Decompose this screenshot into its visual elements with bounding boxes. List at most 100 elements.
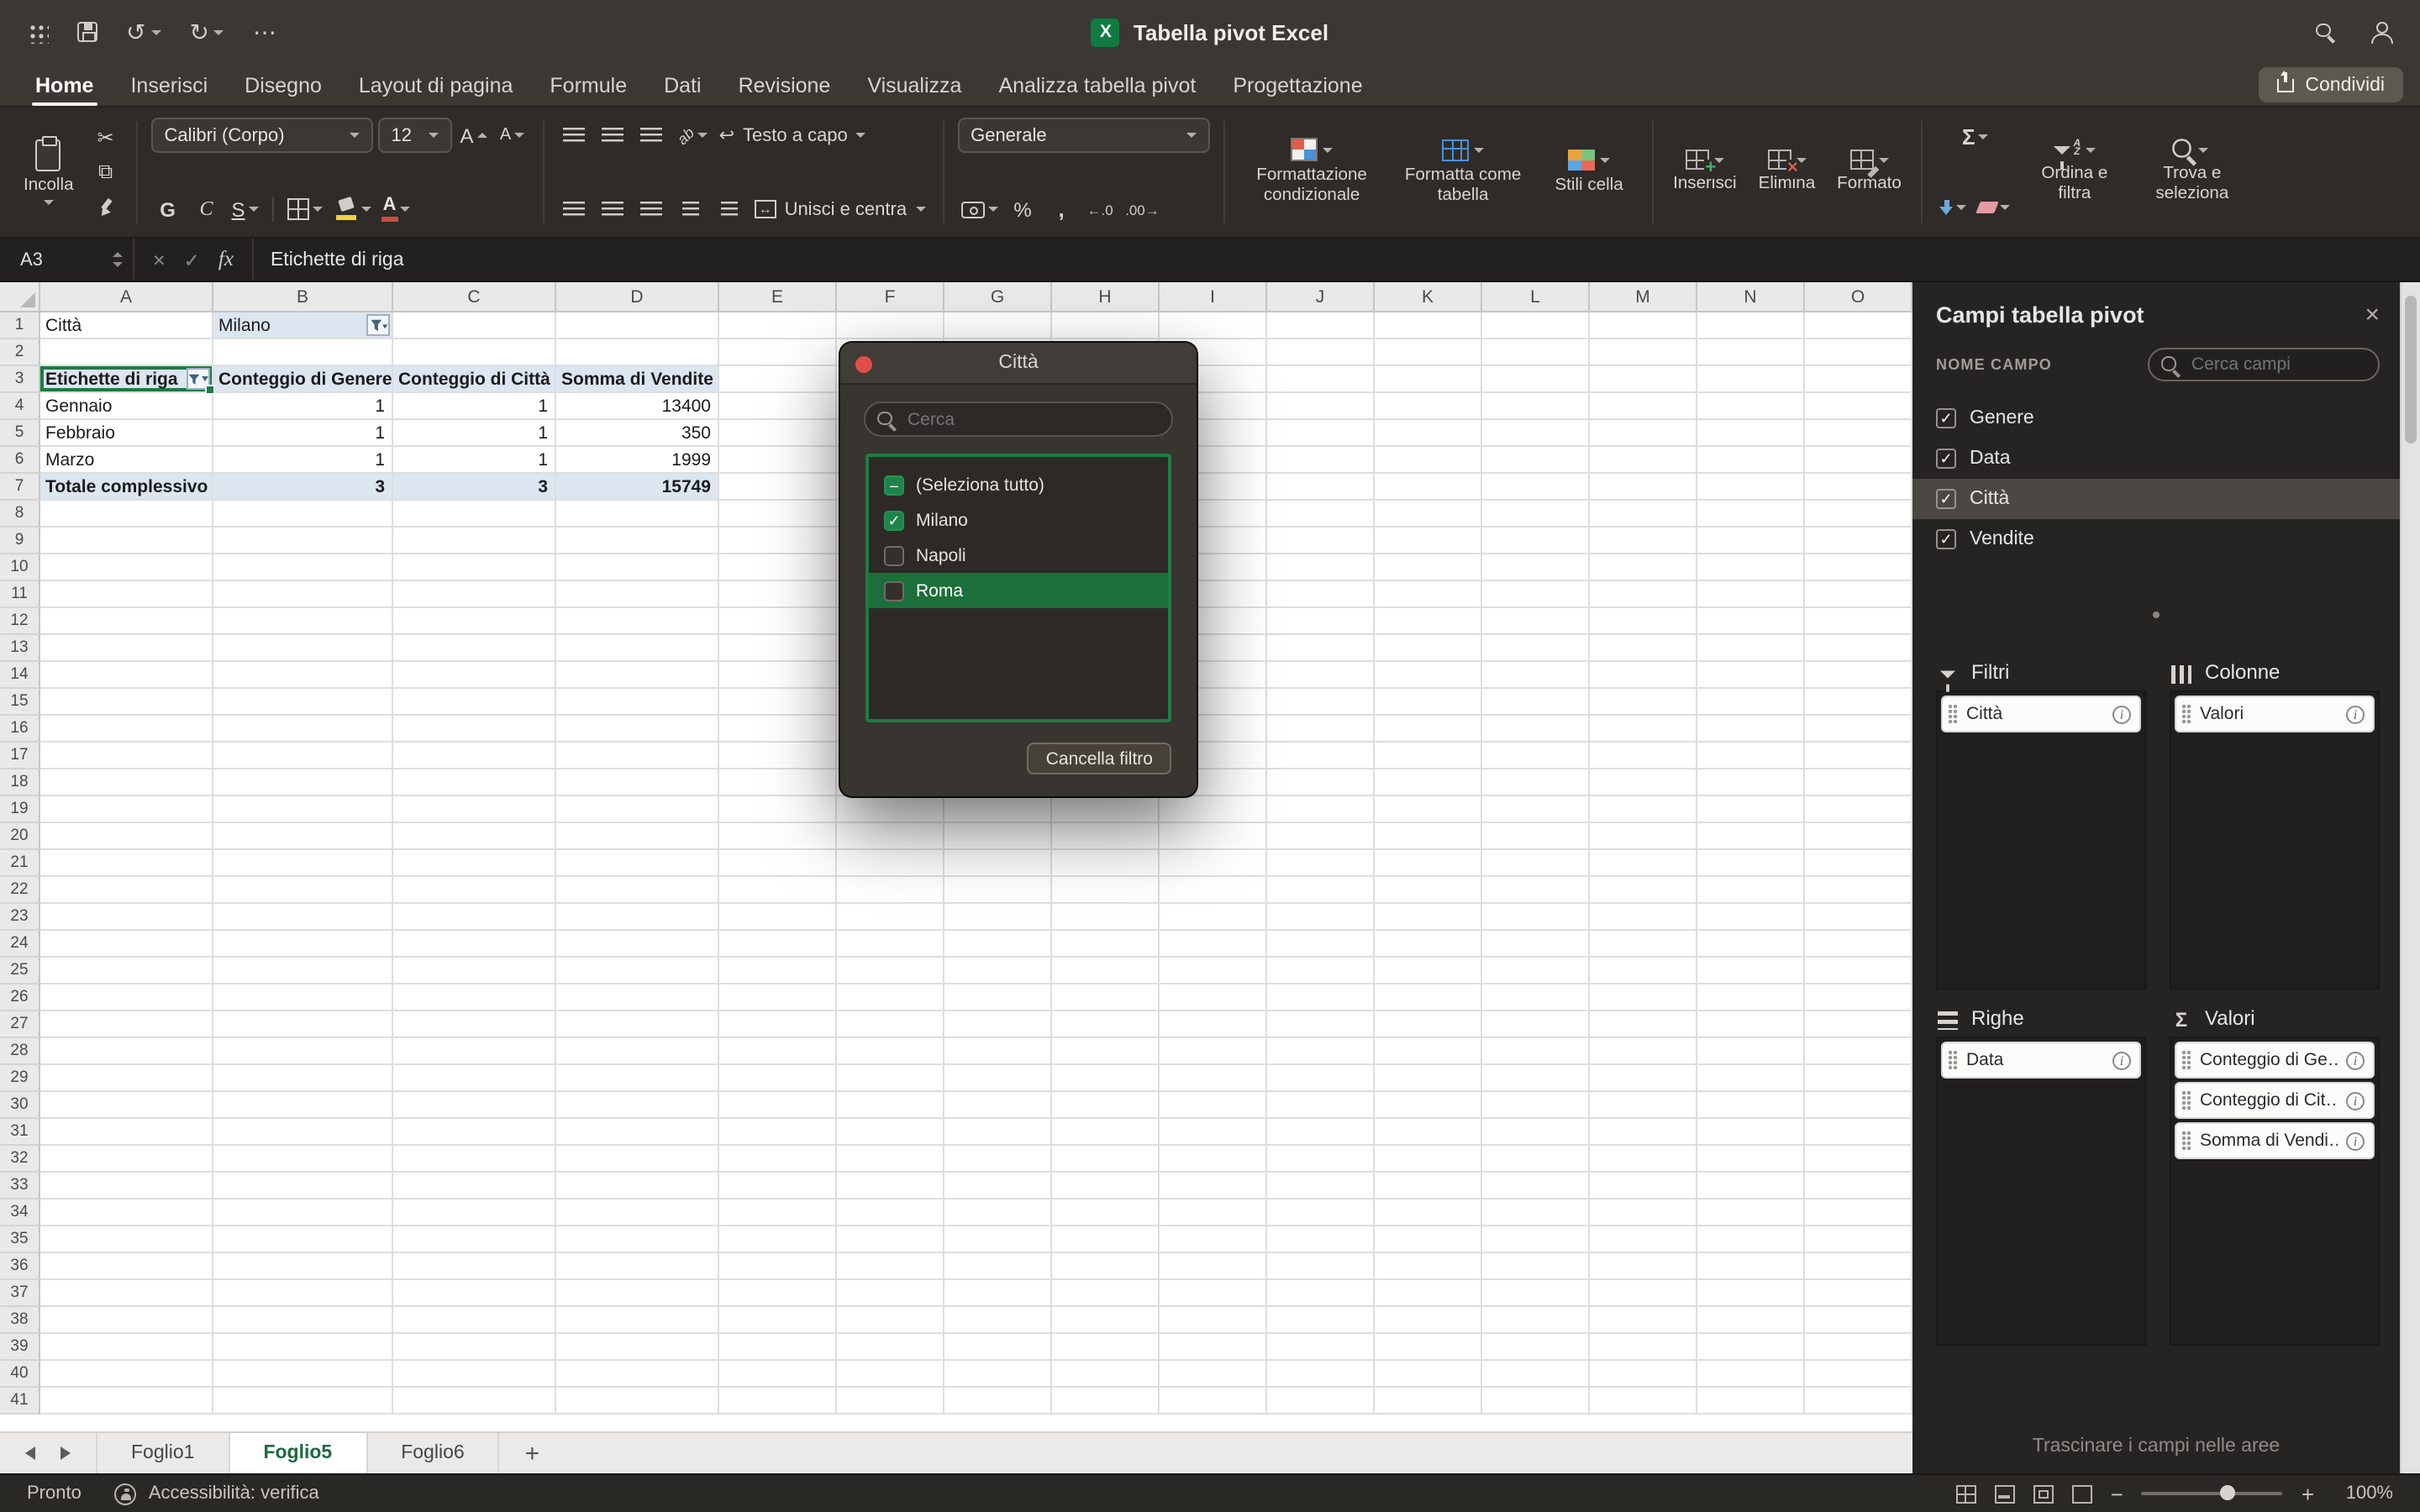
cell-M25[interactable] — [1590, 958, 1697, 984]
cell-O7[interactable] — [1805, 474, 1912, 501]
cell-E39[interactable] — [719, 1334, 837, 1361]
row-header-3[interactable]: 3 — [0, 366, 40, 393]
cell-D29[interactable] — [556, 1065, 719, 1092]
cell-H30[interactable] — [1052, 1092, 1160, 1119]
cell-J5[interactable] — [1267, 420, 1375, 447]
cell-L8[interactable] — [1482, 501, 1590, 528]
cell-C31[interactable] — [393, 1119, 556, 1146]
cell-E28[interactable] — [719, 1038, 837, 1065]
cell-H21[interactable] — [1052, 850, 1160, 877]
cell-E23[interactable] — [719, 904, 837, 931]
cell-J15[interactable] — [1267, 689, 1375, 716]
cell-A7[interactable]: Totale complessivo — [40, 474, 213, 501]
cell-E22[interactable] — [719, 877, 837, 904]
field-chip-somma-di-vendi[interactable]: Somma di Vendi…i — [2176, 1124, 2373, 1158]
insert-cells-button[interactable]: Inserisci — [1666, 118, 1744, 227]
cell-L31[interactable] — [1482, 1119, 1590, 1146]
cell-D5[interactable]: 350 — [556, 420, 719, 447]
cell-A37[interactable] — [40, 1280, 213, 1307]
row-header-17[interactable]: 17 — [0, 743, 40, 769]
cell-I22[interactable] — [1160, 877, 1267, 904]
cell-C21[interactable] — [393, 850, 556, 877]
cell-I24[interactable] — [1160, 931, 1267, 958]
cell-H20[interactable] — [1052, 823, 1160, 850]
cell-D16[interactable] — [556, 716, 719, 743]
cell-L36[interactable] — [1482, 1253, 1590, 1280]
undo-icon[interactable]: ↺ — [126, 18, 160, 46]
cell-B6[interactable]: 1 — [213, 447, 393, 474]
cell-O31[interactable] — [1805, 1119, 1912, 1146]
cell-G38[interactable] — [944, 1307, 1052, 1334]
cell-I27[interactable] — [1160, 1011, 1267, 1038]
align-center-button[interactable] — [597, 192, 630, 227]
cell-K12[interactable] — [1375, 608, 1482, 635]
cell-L38[interactable] — [1482, 1307, 1590, 1334]
align-top-button[interactable] — [558, 118, 592, 153]
cell-E19[interactable] — [719, 796, 837, 823]
ribbon-tab-layout-di-pagina[interactable]: Layout di pagina — [340, 64, 532, 106]
cell-A10[interactable] — [40, 554, 213, 581]
clear-filter-button[interactable]: Cancella filtro — [1028, 743, 1171, 774]
cell-H41[interactable] — [1052, 1388, 1160, 1415]
app-launcher-icon[interactable] — [27, 21, 49, 43]
ribbon-tab-formule[interactable]: Formule — [531, 64, 645, 106]
cell-E33[interactable] — [719, 1173, 837, 1200]
cell-O40[interactable] — [1805, 1361, 1912, 1388]
cell-N26[interactable] — [1697, 984, 1805, 1011]
cell-I35[interactable] — [1160, 1226, 1267, 1253]
cancel-entry-icon[interactable]: × — [153, 248, 166, 271]
cell-J2[interactable] — [1267, 339, 1375, 366]
cell-M5[interactable] — [1590, 420, 1697, 447]
row-header-19[interactable]: 19 — [0, 796, 40, 823]
cell-B20[interactable] — [213, 823, 393, 850]
field-chip-conteggio-di-cit[interactable]: Conteggio di Cit…i — [2176, 1084, 2373, 1117]
cell-N16[interactable] — [1697, 716, 1805, 743]
ribbon-tab-inserisci[interactable]: Inserisci — [112, 64, 226, 106]
search-icon[interactable] — [2316, 23, 2334, 41]
column-header-B[interactable]: B — [213, 282, 393, 311]
cell-M13[interactable] — [1590, 635, 1697, 662]
cell-E11[interactable] — [719, 581, 837, 608]
pane-resize-handle[interactable] — [1912, 559, 2400, 657]
cell-E26[interactable] — [719, 984, 837, 1011]
ribbon-tab-analizza-tabella-pivot[interactable]: Analizza tabella pivot — [980, 64, 1214, 106]
cell-L4[interactable] — [1482, 393, 1590, 420]
cell-J11[interactable] — [1267, 581, 1375, 608]
info-icon[interactable]: i — [2346, 705, 2365, 723]
cell-C2[interactable] — [393, 339, 556, 366]
field-search-input[interactable] — [2148, 348, 2380, 381]
cell-M29[interactable] — [1590, 1065, 1697, 1092]
orientation-button[interactable]: ab — [674, 118, 711, 153]
cell-E4[interactable] — [719, 393, 837, 420]
field-row-vendite[interactable]: ✓Vendite — [1912, 519, 2400, 559]
cell-D34[interactable] — [556, 1200, 719, 1226]
cell-M7[interactable] — [1590, 474, 1697, 501]
confirm-entry-icon[interactable]: ✓ — [184, 248, 200, 271]
cell-F1[interactable] — [837, 312, 944, 339]
cell-N8[interactable] — [1697, 501, 1805, 528]
row-header-31[interactable]: 31 — [0, 1119, 40, 1146]
cell-M35[interactable] — [1590, 1226, 1697, 1253]
cell-J20[interactable] — [1267, 823, 1375, 850]
row-header-20[interactable]: 20 — [0, 823, 40, 850]
cell-J13[interactable] — [1267, 635, 1375, 662]
cell-A9[interactable] — [40, 528, 213, 554]
cell-D10[interactable] — [556, 554, 719, 581]
column-header-I[interactable]: I — [1160, 282, 1267, 311]
cell-N36[interactable] — [1697, 1253, 1805, 1280]
cell-M12[interactable] — [1590, 608, 1697, 635]
drag-handle-icon[interactable] — [1948, 1050, 1958, 1070]
share-button[interactable]: Condividi — [2258, 67, 2403, 102]
cell-C37[interactable] — [393, 1280, 556, 1307]
cell-L24[interactable] — [1482, 931, 1590, 958]
cell-N24[interactable] — [1697, 931, 1805, 958]
cell-L41[interactable] — [1482, 1388, 1590, 1415]
cell-D23[interactable] — [556, 904, 719, 931]
cell-F20[interactable] — [837, 823, 944, 850]
insert-function-icon[interactable]: fx — [218, 247, 234, 272]
cell-M2[interactable] — [1590, 339, 1697, 366]
cell-O15[interactable] — [1805, 689, 1912, 716]
cell-C10[interactable] — [393, 554, 556, 581]
cell-C20[interactable] — [393, 823, 556, 850]
cell-K34[interactable] — [1375, 1200, 1482, 1226]
